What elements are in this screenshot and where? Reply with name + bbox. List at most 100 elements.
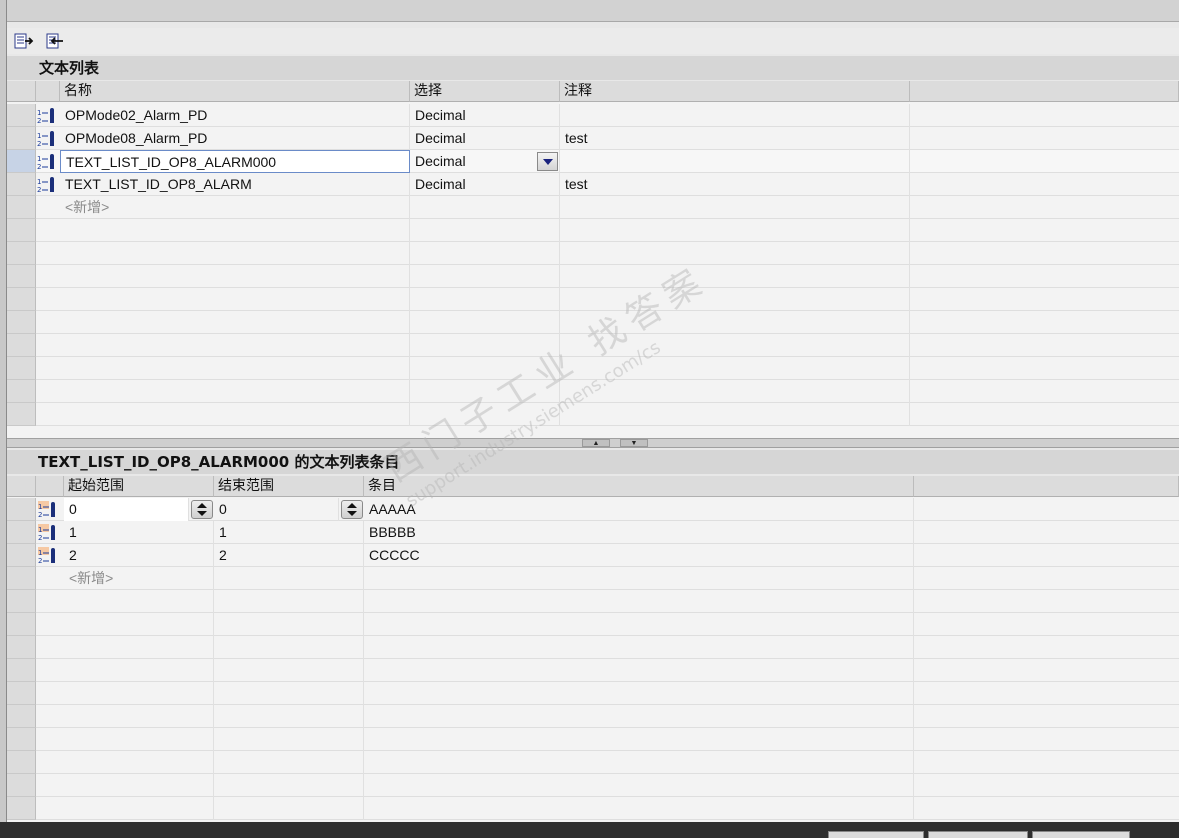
- row-header[interactable]: [7, 127, 36, 150]
- row-header: [7, 774, 36, 797]
- end-range-spinner[interactable]: [341, 500, 363, 519]
- cell-entry[interactable]: CCCCC: [364, 544, 914, 567]
- collapse-up-icon[interactable]: ▲: [582, 439, 610, 447]
- empty-cell: [410, 288, 560, 311]
- empty-row: [7, 242, 1179, 265]
- text-entry-icon: 1 2: [38, 547, 55, 565]
- empty-row: [7, 403, 1179, 426]
- row-header[interactable]: [7, 150, 36, 173]
- empty-cell: [64, 705, 214, 728]
- row-header: [7, 380, 36, 403]
- empty-row: [7, 705, 1179, 728]
- svg-text:1: 1: [38, 549, 42, 557]
- collapse-down-icon[interactable]: ▼: [620, 439, 648, 447]
- empty-cell: [64, 682, 214, 705]
- header-filler: [914, 476, 1179, 497]
- empty-cell: [560, 403, 910, 426]
- info-tab[interactable]: [928, 831, 1028, 838]
- empty-cell: [64, 636, 214, 659]
- row-header[interactable]: [7, 544, 36, 567]
- diagnostics-tab[interactable]: [1032, 831, 1130, 838]
- column-header-start-range[interactable]: 起始范围: [64, 476, 214, 497]
- row-header[interactable]: [7, 567, 36, 590]
- properties-tab[interactable]: [828, 831, 924, 838]
- empty-cell: [364, 567, 914, 590]
- name-edit-field[interactable]: TEXT_LIST_ID_OP8_ALARM000: [60, 150, 410, 173]
- cell-name[interactable]: OPMode02_Alarm_PD: [60, 104, 410, 127]
- table-row[interactable]: 1 2 OPMode02_Alarm_PD Decimal: [7, 104, 1179, 127]
- empty-row: [7, 311, 1179, 334]
- cell-entry[interactable]: BBBBB: [364, 521, 914, 544]
- empty-cell: [214, 636, 364, 659]
- end-range-input[interactable]: 0: [214, 498, 339, 521]
- empty-cell: [214, 705, 364, 728]
- cell-comment[interactable]: test: [560, 127, 910, 150]
- empty-cell: [364, 590, 914, 613]
- row-header[interactable]: [7, 498, 36, 521]
- svg-text:2: 2: [38, 534, 42, 542]
- svg-text:2: 2: [37, 140, 41, 148]
- empty-row: [7, 682, 1179, 705]
- column-header-selection[interactable]: 选择: [410, 81, 560, 102]
- empty-cell: [60, 334, 410, 357]
- start-range-input[interactable]: 0: [64, 498, 189, 521]
- cell-end-range[interactable]: 1: [214, 521, 364, 544]
- cell-start-range[interactable]: 2: [64, 544, 214, 567]
- svg-text:1: 1: [38, 526, 42, 534]
- entry-row-selected[interactable]: 1 2 0 0 AAAAA: [7, 498, 1179, 521]
- column-header-comment[interactable]: 注释: [560, 81, 910, 102]
- entry-row[interactable]: 1 2 1 1 BBBBB: [7, 521, 1179, 544]
- cell-end-range[interactable]: 2: [214, 544, 364, 567]
- column-header-name[interactable]: 名称: [60, 81, 410, 102]
- empty-cell: [60, 265, 410, 288]
- row-header[interactable]: [7, 104, 36, 127]
- empty-cell: [364, 705, 914, 728]
- empty-cell: [364, 659, 914, 682]
- empty-row: [7, 797, 1179, 820]
- cell-comment[interactable]: [560, 150, 910, 173]
- empty-row: [7, 636, 1179, 659]
- empty-row: [7, 590, 1179, 613]
- empty-cell: [214, 613, 364, 636]
- start-range-spinner[interactable]: [191, 500, 213, 519]
- header-filler: [910, 81, 1179, 102]
- add-new-row[interactable]: <新增>: [7, 567, 1179, 590]
- svg-text:2: 2: [37, 117, 41, 125]
- empty-cell: [64, 613, 214, 636]
- cell-name[interactable]: OPMode08_Alarm_PD: [60, 127, 410, 150]
- empty-cell: [60, 311, 410, 334]
- row-header[interactable]: [7, 196, 36, 219]
- insert-row-icon[interactable]: [13, 31, 35, 51]
- empty-cell: [214, 682, 364, 705]
- add-new-text-list[interactable]: <新增>: [60, 196, 410, 219]
- empty-cell: [364, 797, 914, 820]
- text-entry-icon: 1 2: [38, 501, 55, 519]
- row-header[interactable]: [7, 521, 36, 544]
- cell-selection[interactable]: Decimal: [410, 173, 560, 196]
- cell-selection[interactable]: Decimal: [410, 127, 560, 150]
- entry-row[interactable]: 1 2 2 2 CCCCC: [7, 544, 1179, 567]
- table-row-selected[interactable]: 1 2 TEXT_LIST_ID_OP8_ALARM000 Decimal: [7, 150, 1179, 173]
- panel-splitter[interactable]: ▲ ▼: [7, 438, 1179, 448]
- cell-comment[interactable]: [560, 104, 910, 127]
- row-header[interactable]: [7, 173, 36, 196]
- delete-row-icon[interactable]: [43, 31, 65, 51]
- cell-start-range[interactable]: 1: [64, 521, 214, 544]
- column-header-entry[interactable]: 条目: [364, 476, 914, 497]
- row-header: [7, 288, 36, 311]
- empty-cell: [364, 774, 914, 797]
- column-header-end-range[interactable]: 结束范围: [214, 476, 364, 497]
- cell-entry[interactable]: AAAAA: [364, 498, 914, 521]
- table-row[interactable]: 1 2 OPMode08_Alarm_PD Decimal test: [7, 127, 1179, 150]
- add-new-row[interactable]: <新增>: [7, 196, 1179, 219]
- cell-selection[interactable]: Decimal: [410, 104, 560, 127]
- empty-cell: [214, 728, 364, 751]
- cell-comment[interactable]: test: [560, 173, 910, 196]
- add-new-entry[interactable]: <新增>: [64, 567, 214, 590]
- chevron-down-icon[interactable]: [537, 152, 558, 171]
- empty-cell: [60, 219, 410, 242]
- cell-name[interactable]: TEXT_LIST_ID_OP8_ALARM: [60, 173, 410, 196]
- empty-cell: [60, 380, 410, 403]
- svg-text:1: 1: [37, 155, 41, 163]
- table-row[interactable]: 1 2 TEXT_LIST_ID_OP8_ALARM Decimal test: [7, 173, 1179, 196]
